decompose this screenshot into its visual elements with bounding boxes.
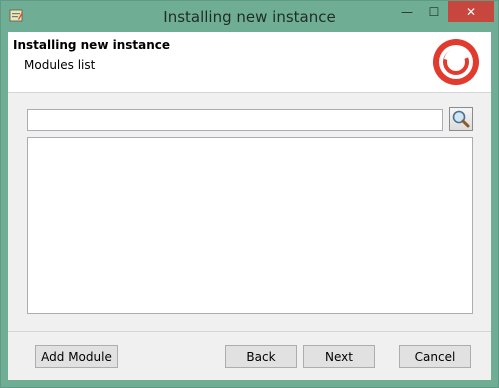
close-button[interactable]: ✕ [448, 1, 494, 22]
next-button[interactable]: Next [303, 345, 375, 368]
page-subtitle: Modules list [24, 58, 96, 72]
modules-list[interactable] [27, 137, 473, 314]
dialog-client-area: Installing new instance Modules list Add… [8, 32, 491, 380]
add-module-button[interactable]: Add Module [35, 345, 118, 368]
search-input[interactable] [27, 109, 443, 131]
back-button[interactable]: Back [225, 345, 297, 368]
maximize-button[interactable]: ☐ [421, 1, 447, 22]
sitecore-logo [433, 39, 479, 85]
footer-divider [8, 331, 491, 332]
magnifier-icon [452, 110, 470, 128]
search-button[interactable] [449, 107, 473, 131]
title-bar[interactable]: Installing new instance — ☐ ✕ [1, 1, 498, 32]
wizard-header: Installing new instance Modules list [8, 32, 491, 93]
cancel-button[interactable]: Cancel [399, 345, 471, 368]
installer-window: Installing new instance — ☐ ✕ Installing… [0, 0, 499, 388]
page-title: Installing new instance [13, 38, 171, 52]
minimize-button[interactable]: — [394, 1, 420, 22]
